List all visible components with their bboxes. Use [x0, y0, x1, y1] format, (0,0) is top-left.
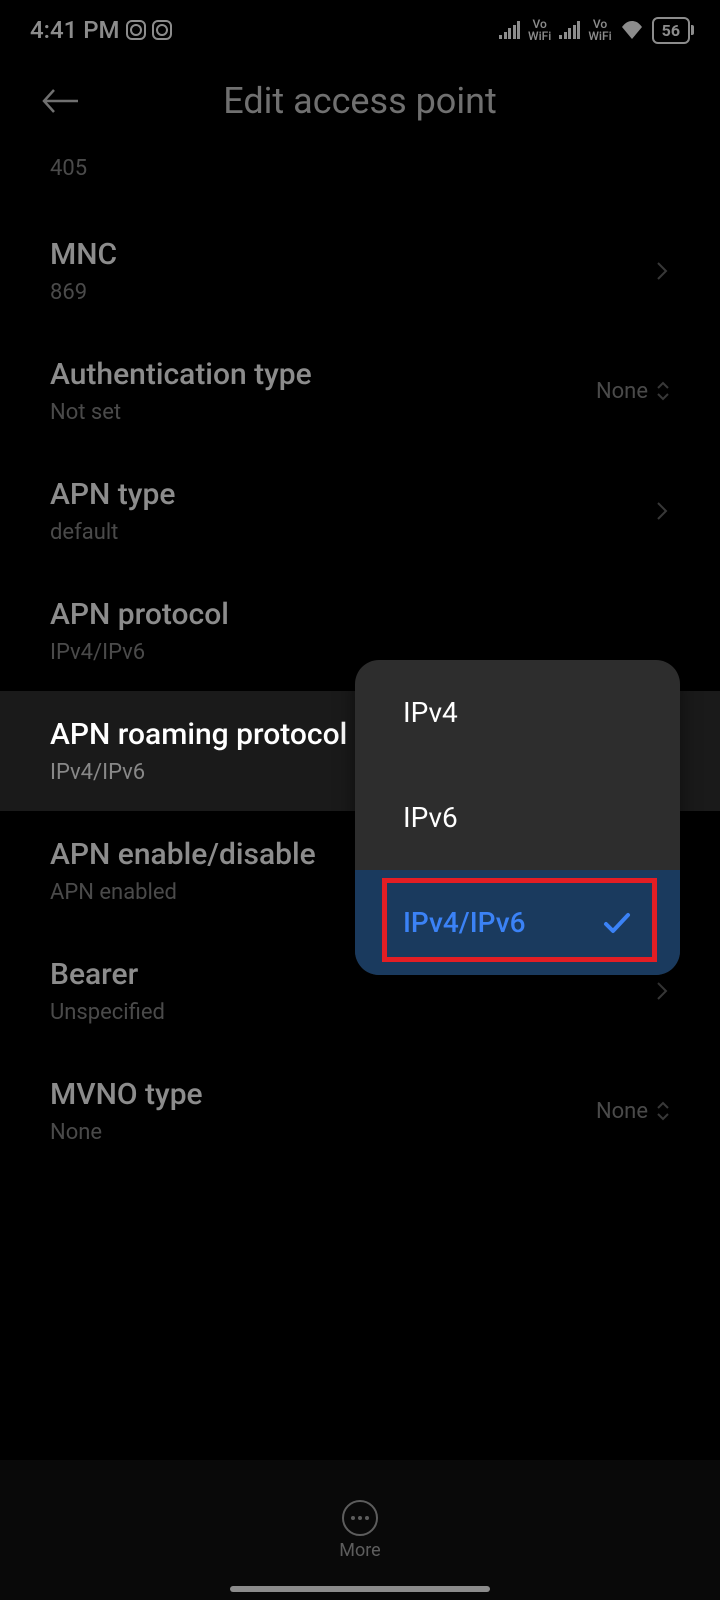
chevron-right-icon [654, 499, 670, 523]
instagram-icon [126, 20, 146, 40]
updown-icon [656, 1101, 670, 1121]
updown-icon [656, 381, 670, 401]
more-label: More [339, 1540, 380, 1561]
popup-option-ipv6[interactable]: IPv6 [355, 765, 680, 870]
setting-auth-type[interactable]: Authentication type Not set None [50, 331, 670, 451]
vowifi-icon-2: VoWiFi [588, 18, 611, 42]
chevron-right-icon [654, 259, 670, 283]
wifi-icon [620, 21, 644, 39]
mcc-value: 405 [50, 156, 670, 181]
vowifi-icon-1: VoWiFi [528, 18, 551, 42]
popup-option-ipv4[interactable]: IPv4 [355, 660, 680, 765]
popup-option-ipv4-ipv6[interactable]: IPv4/IPv6 [355, 870, 680, 975]
battery-icon: 56 [652, 17, 690, 44]
protocol-dropdown-popup: IPv4 IPv6 IPv4/IPv6 [355, 660, 680, 975]
status-bar: 4:41 PM VoWiFi VoWiFi 56 [0, 0, 720, 60]
instagram-icon-2 [152, 20, 172, 40]
chevron-right-icon [654, 979, 670, 1003]
setting-mcc[interactable]: 405 [50, 152, 670, 211]
setting-mvno-type[interactable]: MVNO type None None [50, 1051, 670, 1171]
checkmark-icon [602, 911, 632, 935]
bottom-bar: More [0, 1460, 720, 1600]
header: Edit access point [0, 60, 720, 152]
more-icon[interactable] [342, 1500, 378, 1536]
signal-icon-2 [559, 21, 580, 39]
home-indicator[interactable] [230, 1586, 490, 1592]
setting-apn-type[interactable]: APN type default [50, 451, 670, 571]
back-icon[interactable] [40, 86, 80, 116]
status-time: 4:41 PM [30, 16, 120, 44]
setting-mnc[interactable]: MNC 869 [50, 211, 670, 331]
signal-icon-1 [499, 21, 520, 39]
page-title: Edit access point [40, 80, 680, 122]
